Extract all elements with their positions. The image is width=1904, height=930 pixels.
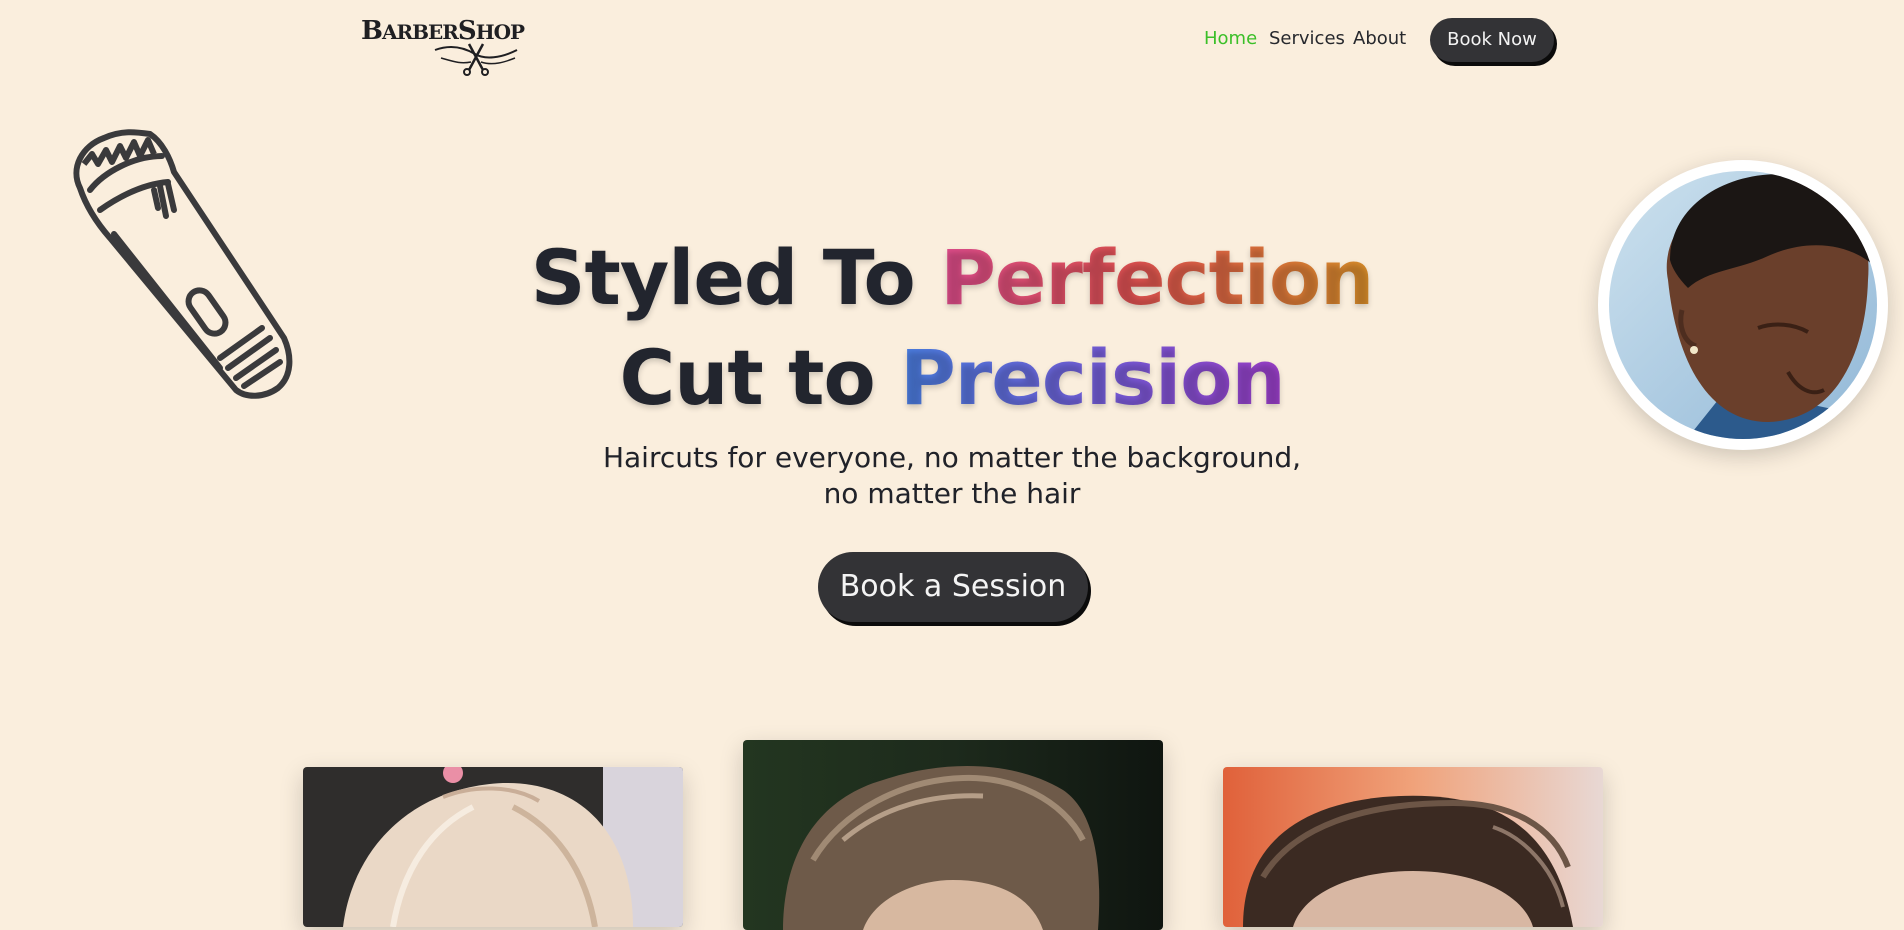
hero-line-2: Cut to Precision [452, 328, 1452, 428]
hero-line-2-text: Cut to [619, 333, 901, 422]
nav-link-about[interactable]: About [1353, 28, 1406, 50]
hair-clipper-icon [73, 129, 293, 399]
navbar: BARBERSHOP Home Services About Book Now [0, 0, 1904, 80]
quiff-haircut-photo [743, 740, 1163, 930]
man-fade-haircut-photo [1598, 160, 1888, 450]
hero-subtitle: Haircuts for everyone, no matter the bac… [602, 441, 1302, 510]
book-session-button[interactable]: Book a Session [818, 552, 1088, 622]
hero-line-1: Styled To Perfection [452, 228, 1452, 328]
pompadour-haircut-photo [1223, 767, 1603, 927]
brand-logo[interactable]: BARBERSHOP [361, 12, 531, 76]
hero-headline: Styled To Perfection Cut to Precision [452, 228, 1452, 428]
book-now-button[interactable]: Book Now [1430, 18, 1554, 62]
nav-link-home[interactable]: Home [1204, 28, 1257, 50]
scissors-icon [434, 43, 518, 76]
hero-highlight-precision: Precision [900, 333, 1285, 422]
hero-line-1-text: Styled To [530, 233, 941, 322]
hero-highlight-perfection: Perfection [940, 233, 1374, 322]
blonde-hair-photo [303, 767, 683, 927]
nav-link-services[interactable]: Services [1269, 28, 1345, 50]
